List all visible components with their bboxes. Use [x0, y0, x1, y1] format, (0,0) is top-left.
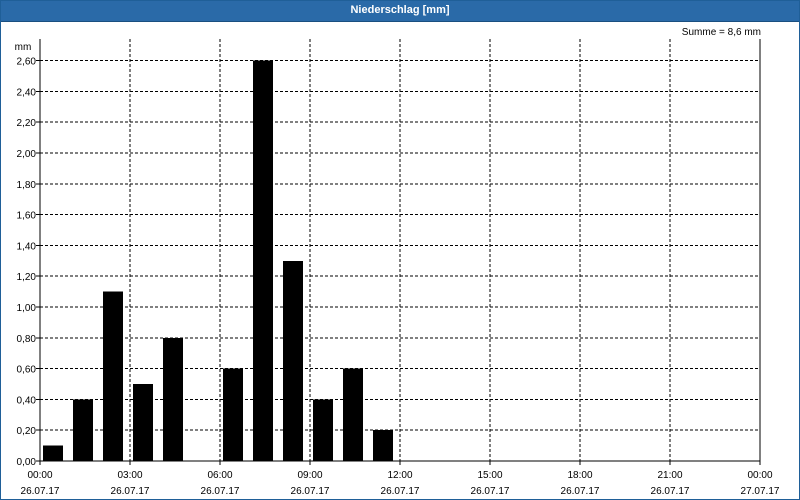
bar — [343, 368, 363, 461]
bar-series — [43, 60, 393, 461]
x-tick-date-label: 27.07.17 — [741, 486, 780, 497]
bar — [223, 368, 243, 461]
y-tick-label: 1,20 — [17, 272, 37, 283]
x-tick-time-label: 00:00 — [747, 470, 772, 481]
x-axis-ticks: 00:00 26.07.17 03:00 26.07.17 06:00 26.07.17 0… — [21, 461, 780, 497]
y-tick-label: 2,00 — [17, 149, 37, 160]
y-tick-label: 1,00 — [17, 303, 37, 314]
bar — [163, 337, 183, 461]
bar — [373, 430, 393, 461]
y-tick-label: 2,20 — [17, 118, 37, 129]
y-axis-unit-label: mm — [15, 42, 32, 53]
y-tick-label: 0,40 — [17, 395, 37, 406]
bar — [43, 445, 63, 461]
bar — [313, 399, 333, 461]
y-tick-label: 1,60 — [17, 211, 37, 222]
precipitation-chart: 0,00 0,20 0,40 0,60 0,80 1,00 1,20 1,40 1,60 1,80… — [15, 39, 780, 497]
x-tick-date-label: 26.07.17 — [471, 486, 510, 497]
x-tick-date-label: 26.07.17 — [381, 486, 420, 497]
y-tick-label: 2,60 — [17, 57, 37, 68]
y-tick-label: 0,60 — [17, 365, 37, 376]
x-tick-date-label: 26.07.17 — [291, 486, 330, 497]
bar — [253, 60, 273, 461]
bar — [103, 291, 123, 461]
x-tick-time-label: 03:00 — [117, 470, 142, 481]
bar — [283, 260, 303, 461]
x-tick-date-label: 26.07.17 — [561, 486, 600, 497]
y-tick-label: 0,20 — [17, 426, 37, 437]
y-tick-label: 1,40 — [17, 241, 37, 252]
y-tick-label: 1,80 — [17, 180, 37, 191]
y-tick-label: 2,40 — [17, 87, 37, 98]
x-tick-time-label: 09:00 — [297, 470, 322, 481]
x-tick-time-label: 12:00 — [387, 470, 412, 481]
x-tick-date-label: 26.07.17 — [111, 486, 150, 497]
x-tick-time-label: 00:00 — [27, 470, 52, 481]
x-tick-time-label: 18:00 — [567, 470, 592, 481]
x-tick-time-label: 21:00 — [657, 470, 682, 481]
y-axis-ticks: 0,00 0,20 0,40 0,60 0,80 1,00 1,20 1,40 1,60 1,80… — [17, 57, 40, 468]
y-tick-label: 0,80 — [17, 334, 37, 345]
bar — [133, 384, 153, 461]
x-tick-date-label: 26.07.17 — [651, 486, 690, 497]
x-tick-date-label: 26.07.17 — [21, 486, 60, 497]
x-tick-time-label: 06:00 — [207, 470, 232, 481]
bar — [73, 399, 93, 461]
x-tick-time-label: 15:00 — [477, 470, 502, 481]
x-tick-date-label: 26.07.17 — [201, 486, 240, 497]
y-tick-label: 0,00 — [17, 457, 37, 468]
